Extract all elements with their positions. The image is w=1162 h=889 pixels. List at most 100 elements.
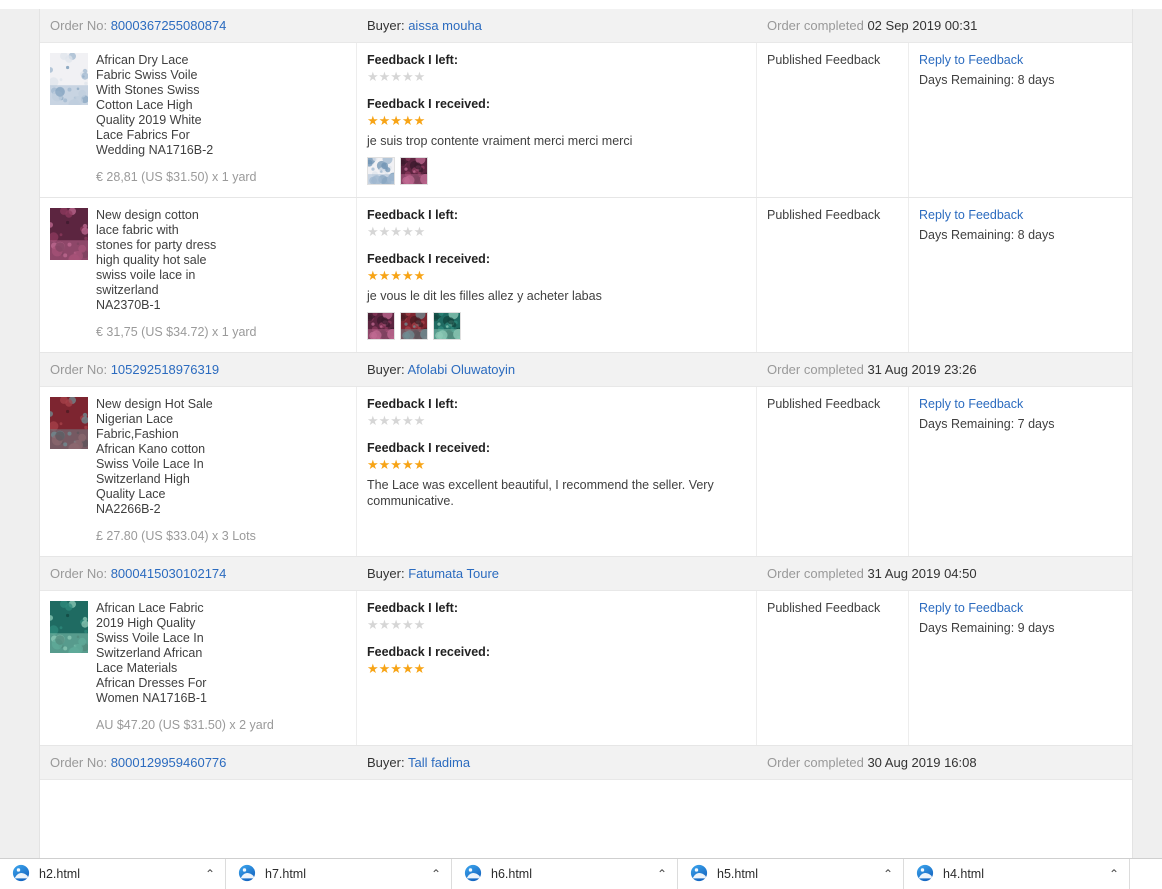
taskbar-item[interactable]: h5.html⌃ xyxy=(678,859,904,889)
feedback-status-cell: Published Feedback xyxy=(757,387,909,556)
status-badge: Published Feedback xyxy=(767,53,898,67)
product-price: € 31,75 (US $34.72) x 1 yard xyxy=(96,325,257,340)
order-number-cell: Order No: 8000129959460776 xyxy=(40,755,357,770)
order-item-row: New design Hot Sale Nigerian Lace Fabric… xyxy=(40,387,1132,557)
feedback-left-stars[interactable]: ★★★★★ xyxy=(367,70,746,83)
reply-cell: Reply to Feedback Days Remaining: 9 days xyxy=(909,591,1132,745)
product-thumbnail[interactable] xyxy=(50,397,88,449)
feedback-left-block: Feedback I left:★★★★★ xyxy=(367,208,746,238)
buyer-label: Buyer: xyxy=(367,18,405,33)
feedback-left-stars[interactable]: ★★★★★ xyxy=(367,618,746,631)
taskbar-item[interactable]: h6.html⌃ xyxy=(452,859,678,889)
feedback-cell: Feedback I left:★★★★★Feedback I received… xyxy=(357,591,757,745)
buyer-cell: Buyer: Tall fadima xyxy=(357,755,757,770)
browser-icon xyxy=(238,864,256,885)
feedback-left-block: Feedback I left: ★★★★★ xyxy=(367,397,746,427)
taskbar-item-label: h7.html xyxy=(265,867,422,881)
chevron-up-icon[interactable]: ⌃ xyxy=(657,868,667,880)
feedback-left-stars[interactable]: ★★★★★ xyxy=(367,414,746,427)
taskbar-item[interactable]: h7.html ⌃ xyxy=(226,859,452,889)
reply-cell: Reply to FeedbackDays Remaining: 7 days xyxy=(909,387,1132,556)
product-cell: African Dry Lace Fabric Swiss Voile With… xyxy=(40,43,357,197)
feedback-image-thumbnail[interactable] xyxy=(367,312,395,340)
buyer-name-link[interactable]: Afolabi Oluwatoyin xyxy=(407,362,515,377)
order-completed-date: 31 Aug 2019 04:50 xyxy=(867,566,976,581)
buyer-name-link[interactable]: aissa mouha xyxy=(408,18,482,33)
feedback-image-thumbnail[interactable] xyxy=(400,312,428,340)
order-header: Order No: 8000415030102174 Buyer: Fatumat… xyxy=(40,557,1132,591)
feedback-image-thumbnail[interactable] xyxy=(367,157,395,185)
order-header: Order No: 105292518976319 Buyer: Afolabi … xyxy=(40,353,1132,387)
feedback-received-label: Feedback I received: xyxy=(367,645,746,659)
feedback-image-thumbnail[interactable] xyxy=(400,157,428,185)
product-title[interactable]: African Lace Fabric 2019 High Quality Sw… xyxy=(96,601,218,706)
chevron-up-icon[interactable]: ⌃ xyxy=(1109,868,1119,880)
order-completed-label: Order completed xyxy=(767,18,864,33)
feedback-received-stars: ★★★★★ xyxy=(367,458,746,471)
feedback-cell: Feedback I left: ★★★★★ Feedback I received… xyxy=(357,43,757,197)
taskbar-item[interactable]: h2.html⌃ xyxy=(0,859,226,889)
status-badge: Published Feedback xyxy=(767,601,898,615)
order-no-link[interactable]: 105292518976319 xyxy=(111,362,219,377)
feedback-left-stars[interactable]: ★★★★★ xyxy=(367,225,746,238)
order-completed-date: 02 Sep 2019 00:31 xyxy=(867,18,977,33)
product-cell: New design Hot Sale Nigerian Lace Fabric… xyxy=(40,387,357,556)
product-title[interactable]: New design cotton lace fabric with stone… xyxy=(96,208,218,313)
browser-icon xyxy=(916,864,934,885)
taskbar-item[interactable]: h4.html ⌃ xyxy=(904,859,1130,889)
taskbar-item-label: h4.html xyxy=(943,867,1100,881)
buyer-label: Buyer: xyxy=(367,362,405,377)
reply-to-feedback-link[interactable]: Reply to Feedback xyxy=(919,397,1122,411)
reply-to-feedback-link[interactable]: Reply to Feedback xyxy=(919,601,1122,615)
reply-cell: Reply to FeedbackDays Remaining: 8 days xyxy=(909,43,1132,197)
product-thumbnail[interactable] xyxy=(50,601,88,653)
status-badge: Published Feedback xyxy=(767,208,898,222)
product-title[interactable]: African Dry Lace Fabric Swiss Voile With… xyxy=(96,53,218,158)
order-number-cell: Order No: 105292518976319 xyxy=(40,362,357,377)
buyer-label: Buyer: xyxy=(367,755,405,770)
feedback-image-list xyxy=(367,312,746,340)
chevron-up-icon[interactable]: ⌃ xyxy=(431,868,441,880)
order-number-cell: Order No: 8000367255080874 xyxy=(40,18,357,33)
feedback-received-label: Feedback I received: xyxy=(367,97,746,111)
right-gutter-top-spacer xyxy=(1132,0,1162,9)
days-remaining-text: Days Remaining: 9 days xyxy=(919,621,1122,635)
reply-cell: Reply to Feedback Days Remaining: 8 days xyxy=(909,198,1132,352)
order-no-link[interactable]: 8000129959460776 xyxy=(111,755,227,770)
feedback-received-label: Feedback I received: xyxy=(367,252,746,266)
left-page-gutter xyxy=(0,0,40,858)
order-completed-label: Order completed xyxy=(767,566,864,581)
feedback-received-stars: ★★★★★ xyxy=(367,269,746,282)
order-no-label: Order No: xyxy=(50,566,107,581)
status-badge: Published Feedback xyxy=(767,397,898,411)
product-title[interactable]: New design Hot Sale Nigerian Lace Fabric… xyxy=(96,397,218,517)
feedback-left-label: Feedback I left: xyxy=(367,397,746,411)
buyer-name-link[interactable]: Tall fadima xyxy=(408,755,470,770)
order-no-link[interactable]: 8000367255080874 xyxy=(111,18,227,33)
product-thumbnail[interactable] xyxy=(50,208,88,260)
reply-to-feedback-link[interactable]: Reply to Feedback xyxy=(919,208,1122,222)
days-remaining-text: Days Remaining: 8 days xyxy=(919,228,1122,242)
order-completed-date: 31 Aug 2019 23:26 xyxy=(867,362,976,377)
product-thumbnail[interactable] xyxy=(50,53,88,105)
product-cell: African Lace Fabric 2019 High Quality Sw… xyxy=(40,591,357,745)
order-completed-date: 30 Aug 2019 16:08 xyxy=(867,755,976,770)
feedback-status-cell: Published Feedback xyxy=(757,198,909,352)
order-item-row: African Dry Lace Fabric Swiss Voile With… xyxy=(40,43,1132,198)
feedback-image-list xyxy=(367,157,746,185)
feedback-received-block: Feedback I received: ★★★★★ xyxy=(367,645,746,675)
chevron-up-icon[interactable]: ⌃ xyxy=(205,868,215,880)
feedback-left-block: Feedback I left: ★★★★★ xyxy=(367,53,746,83)
chevron-up-icon[interactable]: ⌃ xyxy=(883,868,893,880)
buyer-label: Buyer: xyxy=(367,566,405,581)
order-no-link[interactable]: 8000415030102174 xyxy=(111,566,227,581)
left-gutter-top-spacer xyxy=(0,0,40,9)
feedback-image-thumbnail[interactable] xyxy=(433,312,461,340)
reply-to-feedback-link[interactable]: Reply to Feedback xyxy=(919,53,1122,67)
buyer-name-link[interactable]: Fatumata Toure xyxy=(408,566,499,581)
feedback-left-label: Feedback I left: xyxy=(367,53,746,67)
order-completed-cell: Order completed 02 Sep 2019 00:31 xyxy=(757,18,1132,33)
product-info: African Lace Fabric 2019 High Quality Sw… xyxy=(96,601,274,733)
feedback-cell: Feedback I left:★★★★★Feedback I received… xyxy=(357,387,757,556)
feedback-received-stars: ★★★★★ xyxy=(367,662,746,675)
